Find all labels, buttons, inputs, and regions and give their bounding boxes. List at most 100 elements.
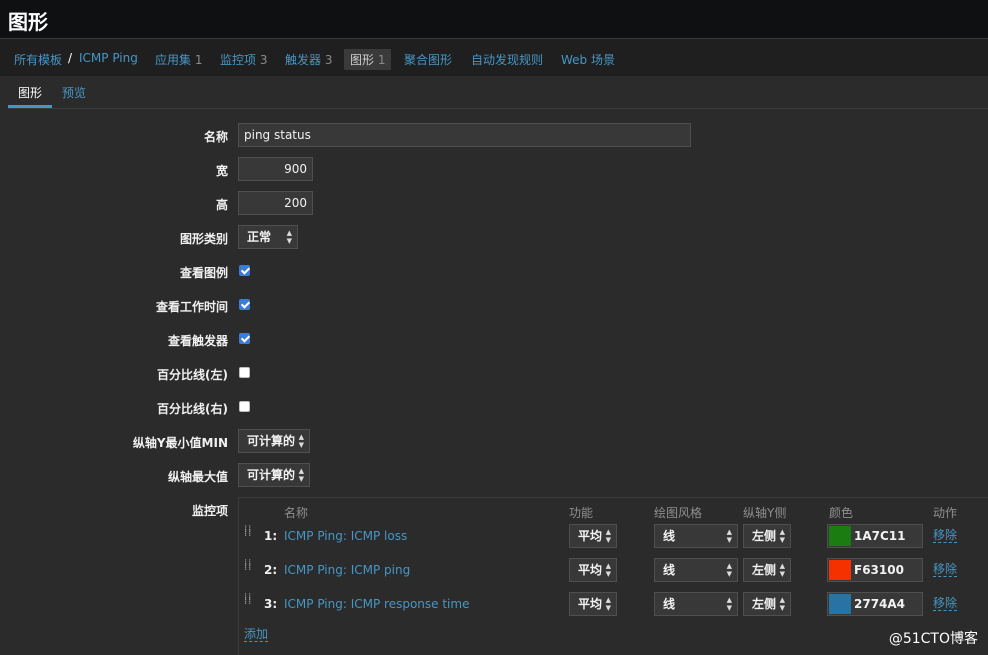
- tab-applications[interactable]: 应用集 1: [155, 51, 202, 68]
- tab-web-scenarios[interactable]: Web 场景: [561, 51, 615, 68]
- width-input[interactable]: 900: [238, 157, 313, 181]
- show-legend-checkbox[interactable]: [239, 265, 250, 276]
- y-max-label: 纵轴最大值: [168, 468, 228, 485]
- tab-triggers-label: 触发器: [285, 53, 321, 67]
- tab-graphs[interactable]: 图形 1: [344, 49, 391, 70]
- select-arrows-icon: ▲▼: [727, 528, 732, 544]
- function-select[interactable]: 平均 ▲▼: [569, 592, 617, 616]
- function-value: 平均: [578, 563, 602, 577]
- select-arrows-icon: ▲▼: [299, 467, 304, 483]
- select-arrows-icon: ▲▼: [780, 528, 785, 544]
- col-header-name: 名称: [284, 504, 308, 521]
- tab-discovery-rules[interactable]: 自动发现规则: [471, 51, 543, 68]
- percentile-left-checkbox[interactable]: [239, 367, 250, 378]
- add-item-button[interactable]: 添加: [244, 628, 268, 642]
- select-arrows-icon: ▲▼: [606, 596, 611, 612]
- show-triggers-checkbox[interactable]: [239, 333, 250, 344]
- y-axis-value: 左侧: [752, 563, 776, 577]
- item-name-link[interactable]: ICMP Ping: ICMP response time: [284, 597, 469, 611]
- graph-form: 名称 ping status 宽 900 高 200 图形类别 正常 ▲▼ 查看…: [8, 109, 988, 654]
- breadcrumb-nav: 所有模板 / ICMP Ping 应用集 1 监控项 3 触发器 3 图形 1 …: [0, 38, 988, 76]
- width-label: 宽: [216, 162, 228, 179]
- select-arrows-icon: ▲▼: [727, 562, 732, 578]
- name-label: 名称: [204, 128, 228, 145]
- y-min-select[interactable]: 可计算的 ▲▼: [238, 429, 310, 453]
- col-header-color: 颜色: [829, 504, 853, 521]
- col-header-draw-style: 绘图风格: [654, 504, 702, 521]
- graph-type-label: 图形类别: [180, 230, 228, 247]
- row-number: 1:: [264, 529, 277, 543]
- select-arrows-icon: ▲▼: [606, 528, 611, 544]
- y-axis-select[interactable]: 左侧 ▲▼: [743, 558, 791, 582]
- breadcrumb-separator: /: [68, 51, 72, 65]
- item-name-link[interactable]: ICMP Ping: ICMP loss: [284, 529, 407, 543]
- show-legend-label: 查看图例: [180, 264, 228, 281]
- height-label: 高: [216, 196, 228, 213]
- tab-preview[interactable]: 预览: [62, 84, 86, 101]
- row-number: 3:: [264, 597, 277, 611]
- show-working-time-label: 查看工作时间: [156, 298, 228, 315]
- page-title: 图形: [8, 6, 48, 35]
- form-tabs: 图形 预览: [8, 78, 988, 109]
- color-value: F63100: [854, 563, 904, 577]
- tab-applications-count: 1: [195, 53, 203, 67]
- select-arrows-icon: ▲▼: [606, 562, 611, 578]
- color-swatch[interactable]: [829, 526, 851, 546]
- col-header-action: 动作: [933, 504, 957, 521]
- col-header-y-axis: 纵轴Y侧: [743, 504, 786, 521]
- draw-style-select[interactable]: 线 ▲▼: [654, 524, 738, 548]
- y-axis-value: 左侧: [752, 529, 776, 543]
- select-arrows-icon: ▲▼: [287, 229, 292, 245]
- tab-graphs-count: 1: [378, 53, 386, 67]
- height-input[interactable]: 200: [238, 191, 313, 215]
- percentile-left-label: 百分比线(左): [157, 366, 228, 383]
- tab-items[interactable]: 监控项 3: [220, 51, 267, 68]
- tab-graph[interactable]: 图形: [18, 84, 42, 101]
- y-max-value: 可计算的: [247, 468, 295, 482]
- color-swatch[interactable]: [829, 560, 851, 580]
- breadcrumb-template[interactable]: ICMP Ping: [79, 51, 138, 65]
- graph-type-select[interactable]: 正常 ▲▼: [238, 225, 298, 249]
- tab-triggers-count: 3: [325, 53, 333, 67]
- draw-style-select[interactable]: 线 ▲▼: [654, 592, 738, 616]
- show-working-time-checkbox[interactable]: [239, 299, 250, 310]
- tab-screens[interactable]: 聚合图形: [404, 51, 452, 68]
- tab-triggers[interactable]: 触发器 3: [285, 51, 332, 68]
- select-arrows-icon: ▲▼: [780, 562, 785, 578]
- remove-button[interactable]: 移除: [933, 563, 957, 577]
- col-header-function: 功能: [569, 504, 593, 521]
- item-name-link[interactable]: ICMP Ping: ICMP ping: [284, 563, 410, 577]
- remove-button[interactable]: 移除: [933, 597, 957, 611]
- y-min-value: 可计算的: [247, 434, 295, 448]
- breadcrumb-all-templates[interactable]: 所有模板: [14, 51, 62, 68]
- tab-graphs-label: 图形: [350, 53, 374, 67]
- percentile-right-checkbox[interactable]: [239, 401, 250, 412]
- tab-items-count: 3: [260, 53, 268, 67]
- graph-items-table: 名称 功能 绘图风格 纵轴Y侧 颜色 动作 ⁞⁞⁞⁞ 1: ICMP Ping:…: [238, 497, 988, 655]
- function-select[interactable]: 平均 ▲▼: [569, 558, 617, 582]
- function-select[interactable]: 平均 ▲▼: [569, 524, 617, 548]
- y-axis-value: 左侧: [752, 597, 776, 611]
- name-input[interactable]: ping status: [238, 123, 691, 147]
- drag-handle-icon[interactable]: ⁞⁞⁞⁞: [244, 528, 252, 536]
- select-arrows-icon: ▲▼: [780, 596, 785, 612]
- y-min-label: 纵轴Y最小值MIN: [133, 434, 228, 451]
- y-axis-select[interactable]: 左侧 ▲▼: [743, 592, 791, 616]
- y-max-select[interactable]: 可计算的 ▲▼: [238, 463, 310, 487]
- draw-style-value: 线: [663, 563, 675, 577]
- function-value: 平均: [578, 529, 602, 543]
- watermark: @51CTO博客: [889, 628, 978, 648]
- drag-handle-icon[interactable]: ⁞⁞⁞⁞: [244, 596, 252, 604]
- tab-applications-label: 应用集: [155, 53, 191, 67]
- row-number: 2:: [264, 563, 277, 577]
- color-swatch[interactable]: [829, 594, 851, 614]
- draw-style-select[interactable]: 线 ▲▼: [654, 558, 738, 582]
- select-arrows-icon: ▲▼: [727, 596, 732, 612]
- remove-button[interactable]: 移除: [933, 529, 957, 543]
- drag-handle-icon[interactable]: ⁞⁞⁞⁞: [244, 562, 252, 570]
- page-header: 图形: [0, 0, 988, 38]
- y-axis-select[interactable]: 左侧 ▲▼: [743, 524, 791, 548]
- percentile-right-label: 百分比线(右): [157, 400, 228, 417]
- function-value: 平均: [578, 597, 602, 611]
- items-label: 监控项: [192, 502, 228, 519]
